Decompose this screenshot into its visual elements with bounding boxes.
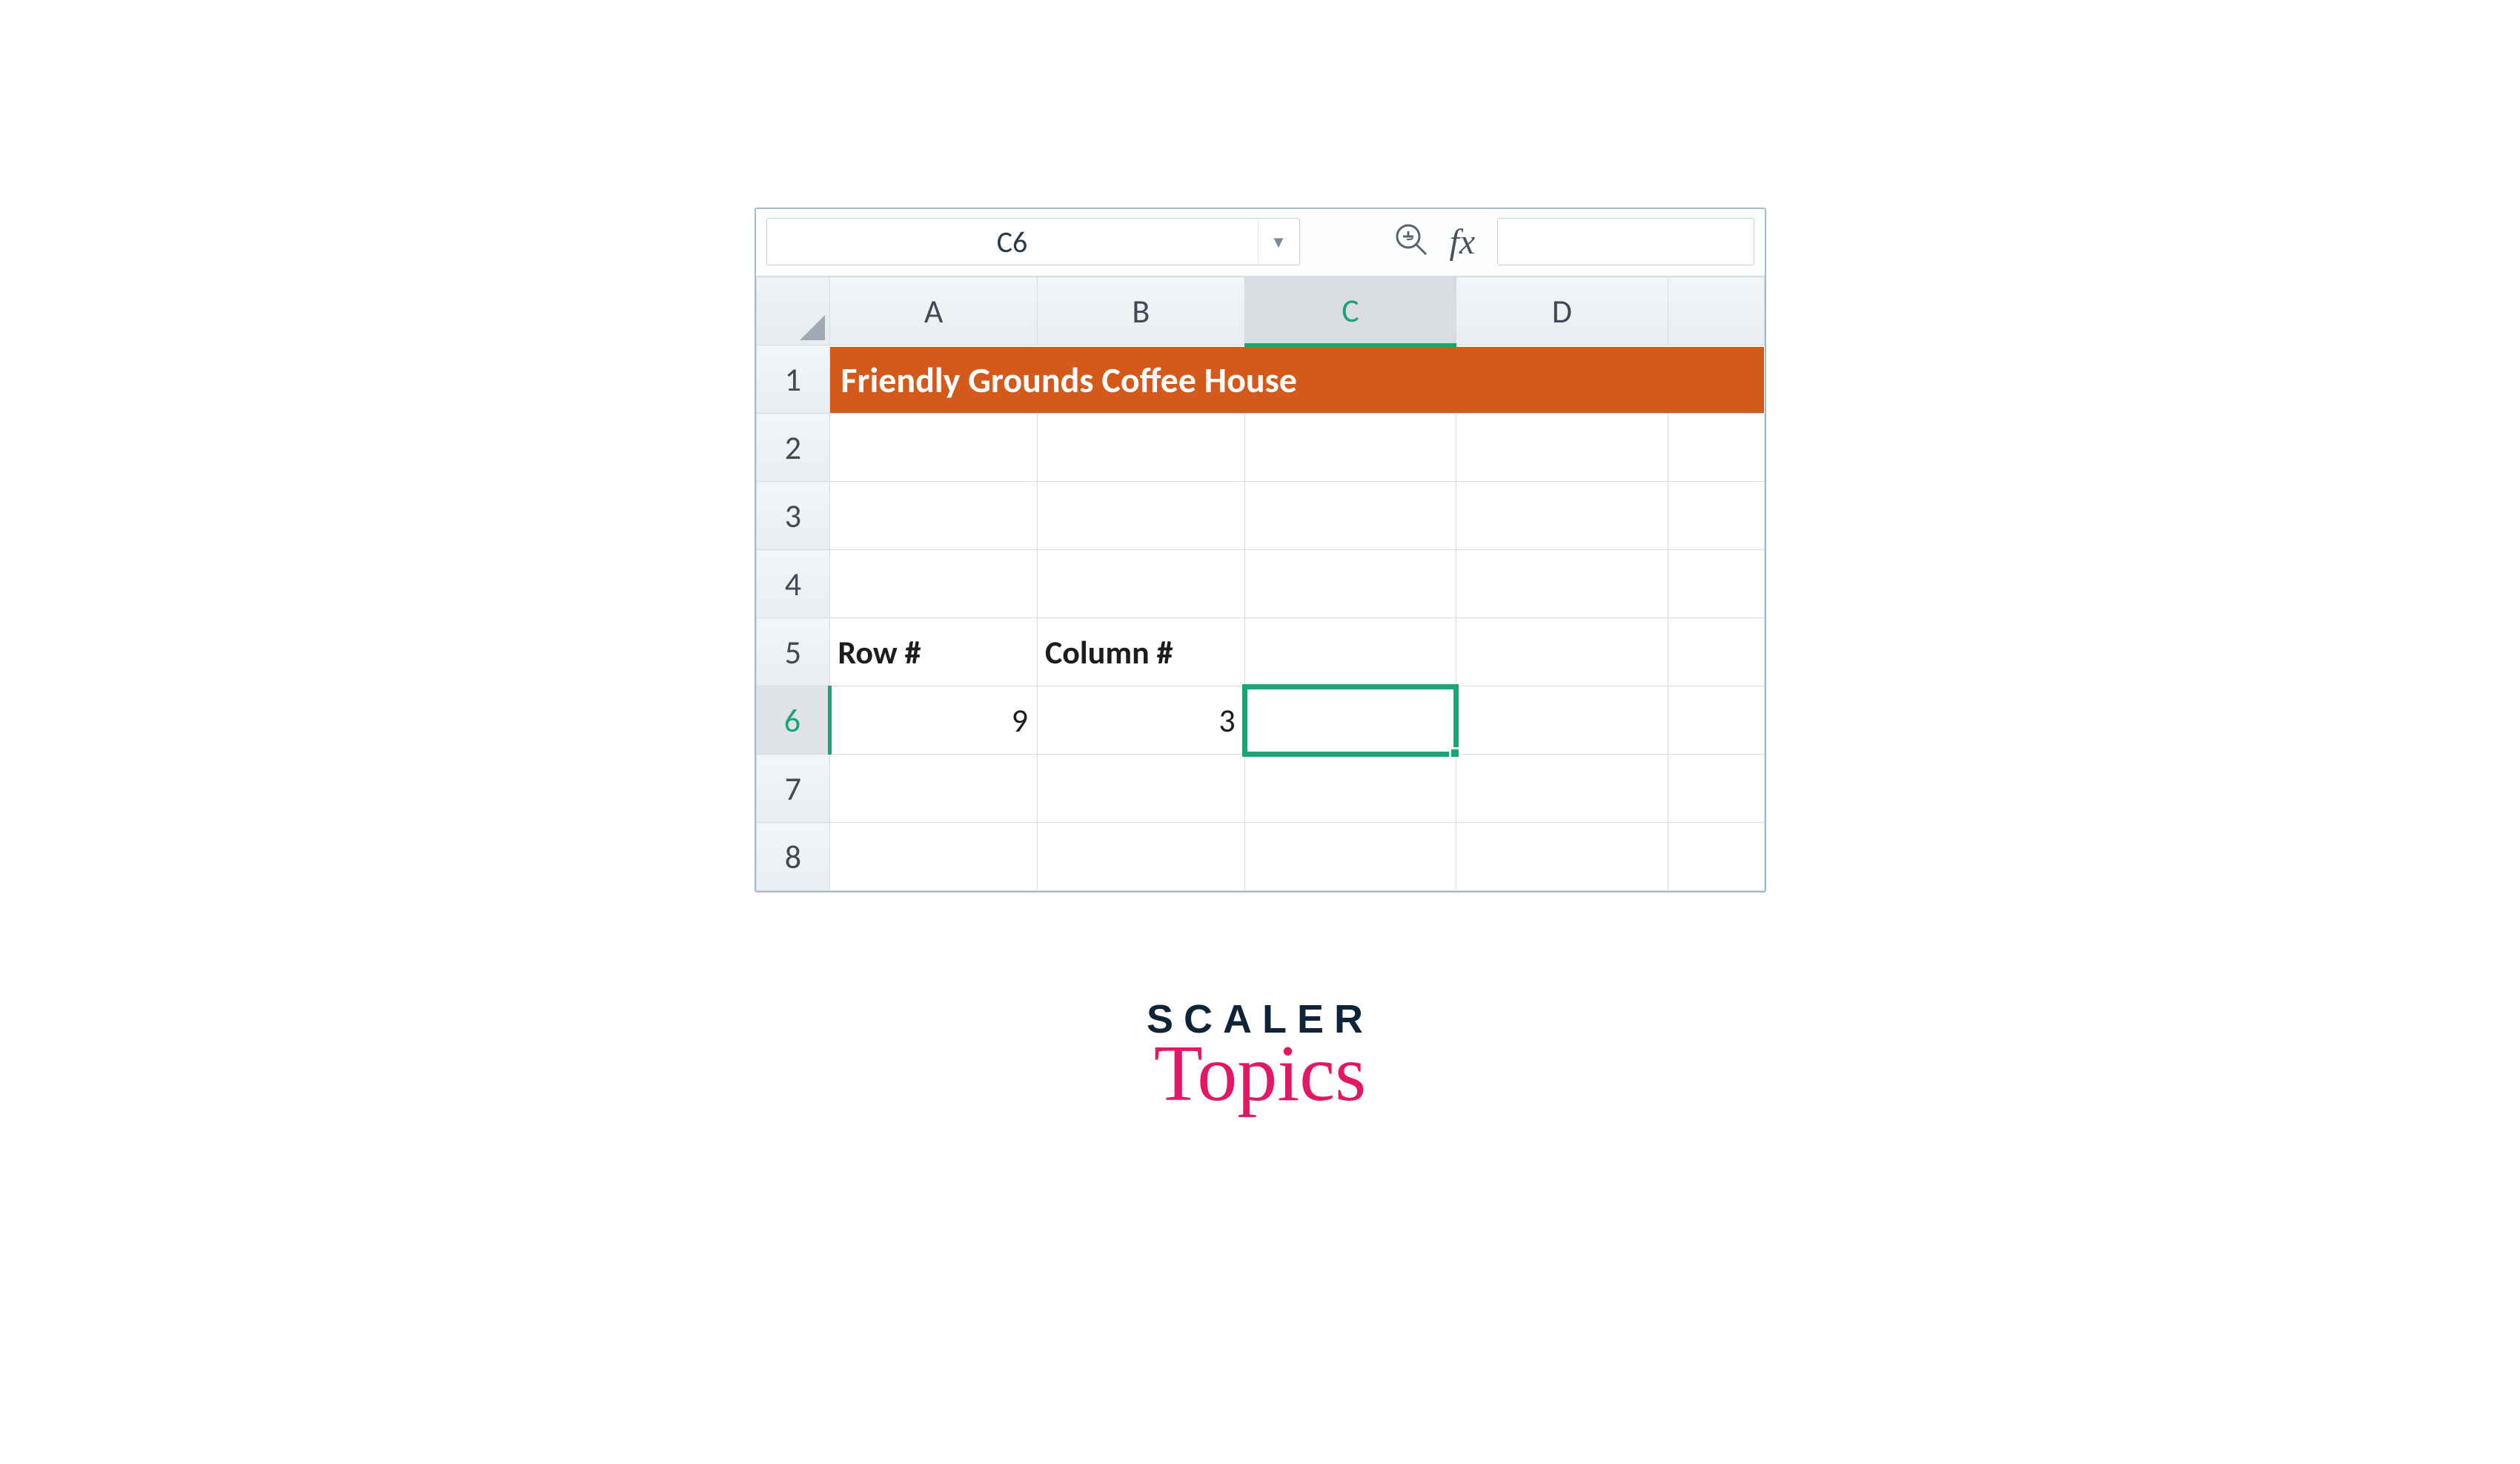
cell-C2[interactable] xyxy=(1244,414,1456,482)
toolbar-icon-group: fx xyxy=(1393,222,1476,262)
row-header-2[interactable]: 2 xyxy=(756,414,830,482)
cell-A3[interactable] xyxy=(830,482,1038,550)
fill-handle[interactable] xyxy=(1449,747,1461,759)
cell-A4[interactable] xyxy=(830,550,1038,618)
zoom-icon[interactable] xyxy=(1393,222,1430,262)
cell-A7[interactable] xyxy=(830,755,1038,823)
cell-A8[interactable] xyxy=(830,823,1038,891)
row-header-3[interactable]: 3 xyxy=(756,482,830,550)
cell-E3[interactable] xyxy=(1668,482,1764,550)
cell-A6[interactable]: 9 xyxy=(830,686,1038,755)
spreadsheet-grid[interactable]: A B C D 1 Friendly Grounds Coffee House … xyxy=(756,276,1765,891)
logo: SCALER Topics xyxy=(1147,996,1373,1110)
cell-A2[interactable] xyxy=(830,414,1038,482)
cell-B4[interactable] xyxy=(1037,550,1244,618)
cell-B8[interactable] xyxy=(1037,823,1244,891)
formula-toolbar: C6 ▼ fx xyxy=(756,209,1765,276)
grid: A B C D 1 Friendly Grounds Coffee House … xyxy=(756,276,1765,891)
name-box-value: C6 xyxy=(767,224,1258,260)
row-header-4[interactable]: 4 xyxy=(756,550,830,618)
logo-line2: Topics xyxy=(1147,1038,1373,1110)
row-header-7[interactable]: 7 xyxy=(756,755,830,823)
cell-C7[interactable] xyxy=(1244,755,1456,823)
cell-D5[interactable] xyxy=(1456,618,1668,686)
cell-B7[interactable] xyxy=(1037,755,1244,823)
cell-E8[interactable] xyxy=(1668,823,1764,891)
cell-C6-selected[interactable] xyxy=(1244,686,1456,755)
cell-D8[interactable] xyxy=(1456,823,1668,891)
cell-B6[interactable]: 3 xyxy=(1037,686,1244,755)
cell-B5[interactable]: Column # xyxy=(1037,618,1244,686)
cell-C8[interactable] xyxy=(1244,823,1456,891)
formula-bar-input[interactable] xyxy=(1497,218,1754,265)
cell-E2[interactable] xyxy=(1668,414,1764,482)
row-header-5[interactable]: 5 xyxy=(756,618,830,686)
col-header-E[interactable] xyxy=(1668,277,1764,345)
cell-D3[interactable] xyxy=(1456,482,1668,550)
fx-icon[interactable]: fx xyxy=(1450,222,1476,262)
cell-B2[interactable] xyxy=(1037,414,1244,482)
cell-A5[interactable]: Row # xyxy=(830,618,1038,686)
col-header-B[interactable]: B xyxy=(1037,277,1244,345)
cell-title[interactable]: Friendly Grounds Coffee House xyxy=(830,345,1764,414)
corner-triangle-icon xyxy=(800,315,825,340)
cell-E7[interactable] xyxy=(1668,755,1764,823)
cell-B3[interactable] xyxy=(1037,482,1244,550)
row-header-8[interactable]: 8 xyxy=(756,823,830,891)
cell-D7[interactable] xyxy=(1456,755,1668,823)
spreadsheet-window: C6 ▼ fx A B C D xyxy=(755,208,1766,892)
name-box[interactable]: C6 ▼ xyxy=(766,218,1300,265)
cell-E6[interactable] xyxy=(1668,686,1764,755)
row-header-1[interactable]: 1 xyxy=(756,345,830,414)
col-header-D[interactable]: D xyxy=(1456,277,1668,345)
name-box-dropdown-icon[interactable]: ▼ xyxy=(1258,219,1299,265)
cell-E4[interactable] xyxy=(1668,550,1764,618)
cell-C4[interactable] xyxy=(1244,550,1456,618)
cell-D4[interactable] xyxy=(1456,550,1668,618)
col-header-A[interactable]: A xyxy=(830,277,1038,345)
row-header-6[interactable]: 6 xyxy=(756,686,830,755)
cell-C5[interactable] xyxy=(1244,618,1456,686)
cell-D2[interactable] xyxy=(1456,414,1668,482)
cell-E5[interactable] xyxy=(1668,618,1764,686)
select-all-corner[interactable] xyxy=(756,277,830,345)
cell-C3[interactable] xyxy=(1244,482,1456,550)
cell-D6[interactable] xyxy=(1456,686,1668,755)
col-header-C[interactable]: C xyxy=(1244,277,1456,345)
